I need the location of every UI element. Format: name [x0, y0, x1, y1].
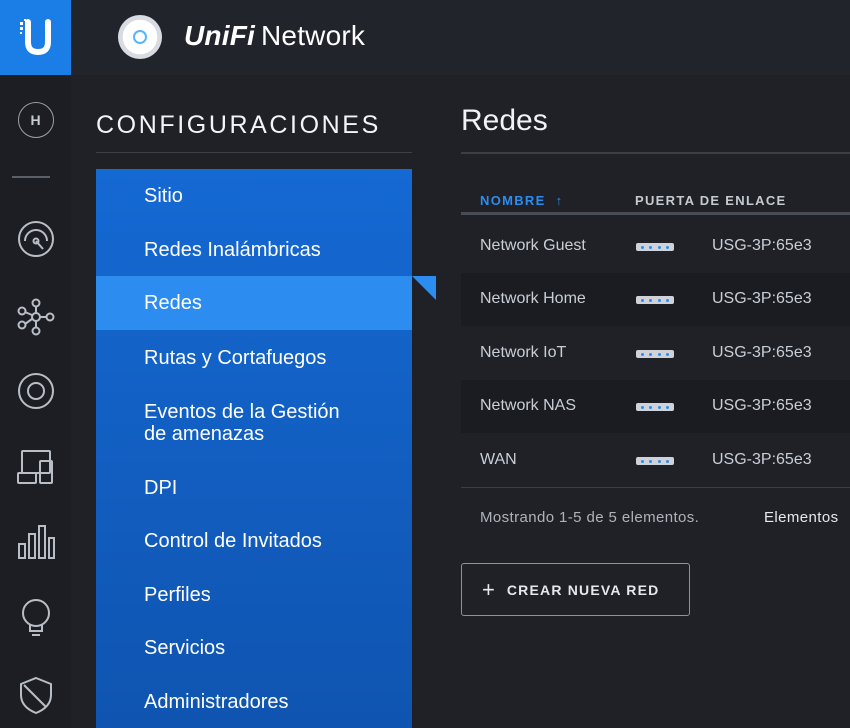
menu-item-perfiles[interactable]: Perfiles [96, 568, 412, 621]
gateway-name[interactable]: USG-3P:65e3 [712, 397, 812, 415]
gateway-name[interactable]: USG-3P:65e3 [712, 344, 812, 362]
sort-ascending-icon: ↑ [555, 193, 564, 208]
table-row[interactable]: Network NAS USG-3P:65e3 [461, 380, 850, 433]
pagination-summary: Mostrando 1-5 de 5 elementos. [480, 509, 700, 526]
gateway-name[interactable]: USG-3P:65e3 [712, 237, 812, 255]
column-header-name[interactable]: NOMBRE ↑ [480, 193, 563, 208]
settings-title-divider [96, 152, 412, 153]
gateway-device-icon [636, 457, 674, 465]
menu-item-eventos-amenazas[interactable]: Eventos de la Gestión de amenazas [96, 385, 412, 461]
gateway-device-icon [636, 350, 674, 358]
table-row[interactable]: Network Guest USG-3P:65e3 [461, 220, 850, 273]
create-network-button[interactable]: + CREAR NUEVA RED [461, 563, 690, 616]
top-bar: UniFi Network [0, 0, 850, 75]
table-row[interactable]: WAN USG-3P:65e3 [461, 434, 850, 487]
menu-item-redes-inalambricas[interactable]: Redes Inalámbricas [96, 223, 412, 276]
app-title-suffix: Network [261, 20, 366, 51]
settings-menu: Sitio Redes Inalámbricas Redes Rutas y C… [96, 169, 412, 728]
gateway-name[interactable]: USG-3P:65e3 [712, 290, 812, 308]
menu-item-dpi[interactable]: DPI [96, 461, 412, 514]
column-header-gateway[interactable]: PUERTA DE ENLACE [635, 193, 787, 208]
app-title: UniFi Network [184, 20, 365, 52]
menu-item-administradores[interactable]: Administradores [96, 675, 412, 728]
table-footer-divider [461, 487, 850, 488]
network-name: WAN [480, 451, 517, 468]
table-row[interactable]: Network IoT USG-3P:65e3 [461, 327, 850, 380]
access-point-icon [118, 15, 162, 59]
threat-shield-icon[interactable] [0, 665, 71, 725]
page-title: Redes [461, 104, 548, 137]
menu-item-rutas-cortafuegos[interactable]: Rutas y Cortafuegos [96, 330, 412, 385]
app-title-prefix: UniFi [184, 20, 255, 51]
gateway-device-icon [636, 243, 674, 251]
site-initial: H [17, 102, 54, 138]
menu-item-sitio[interactable]: Sitio [96, 169, 412, 223]
gateway-name[interactable]: USG-3P:65e3 [712, 451, 812, 469]
plus-icon: + [482, 576, 495, 602]
table-row[interactable]: Network Home USG-3P:65e3 [461, 273, 850, 326]
topology-map-icon[interactable] [0, 287, 71, 347]
items-per-page-label[interactable]: Elementos [764, 509, 838, 526]
menu-item-servicios[interactable]: Servicios [96, 621, 412, 675]
devices-icon[interactable] [0, 361, 71, 421]
menu-item-redes[interactable]: Redes [96, 276, 412, 330]
dashboard-gauge-icon[interactable] [0, 209, 71, 269]
statistics-icon[interactable] [0, 512, 71, 572]
clients-icon[interactable] [0, 437, 71, 497]
gateway-device-icon [636, 296, 674, 304]
menu-item-control-invitados[interactable]: Control de Invitados [96, 514, 412, 568]
ubiquiti-logo-icon[interactable] [0, 0, 71, 75]
create-network-label: CREAR NUEVA RED [506, 581, 660, 598]
insights-bulb-icon[interactable] [0, 587, 71, 647]
network-name: Network IoT [480, 344, 567, 361]
network-name: Network NAS [480, 397, 577, 414]
site-switcher[interactable]: H [0, 90, 71, 150]
network-name: Network Home [480, 290, 586, 307]
icon-rail: H [0, 75, 71, 728]
gateway-device-icon [636, 403, 674, 411]
rail-divider [12, 176, 50, 178]
settings-title: CONFIGURACIONES [96, 111, 381, 139]
active-item-pointer [412, 276, 436, 300]
page-title-divider [461, 152, 850, 154]
networks-table-header: NOMBRE ↑ PUERTA DE ENLACE [461, 189, 850, 215]
network-name: Network Guest [480, 237, 586, 254]
column-header-name-label: NOMBRE [480, 193, 546, 208]
